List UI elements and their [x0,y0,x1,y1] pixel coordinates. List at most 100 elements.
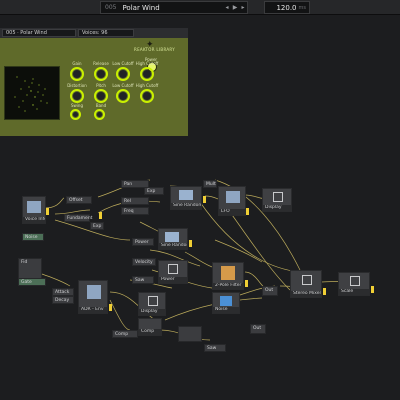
port-marker[interactable] [246,208,249,215]
preset-number: 005 [105,4,117,11]
node-2pole-filter[interactable]: 2-Pole Filter [212,262,244,290]
toolbar-divider [0,14,400,15]
node-display-2[interactable]: Display [138,292,166,316]
play-icon[interactable]: ▶ [231,4,239,11]
node-label: Comp [115,332,129,337]
node-saw-2[interactable]: Saw [204,344,226,352]
knob-label: Band [95,103,107,108]
port-marker[interactable] [245,280,248,287]
node-velocity[interactable]: Velocity [132,258,156,266]
tempo-field[interactable]: 120.0 ms [264,1,310,14]
top-toolbar: 005 Polar Wind ◂ ▶ ▸ 120.0 ms [0,0,400,15]
envelope-icon [87,285,101,299]
node-exp[interactable]: Exp [90,222,104,230]
cube-icon [273,192,283,202]
cube-icon [168,264,178,274]
knob-label: Low Cutoff [112,83,134,88]
node-label: Exp [93,224,102,229]
tempo-value: 120.0 [276,3,297,12]
knob-cap [73,112,78,117]
filter-icon [221,266,235,280]
node-label: Offset [69,198,83,203]
node-comp[interactable]: Comp [112,330,138,338]
knob-cap [119,92,127,100]
node-out[interactable]: Out [262,286,278,296]
node-title: Scale [339,289,369,295]
knob-cap [97,112,102,117]
knob-label: High Cutoff [135,83,159,88]
port-marker[interactable] [203,196,206,203]
structure-canvas[interactable] [0,137,400,400]
node-label: Noise [25,235,38,240]
node-sine-random[interactable]: Sine Random [170,186,202,210]
node-label: Pan [124,182,133,187]
node-scale[interactable]: Scale [338,272,370,296]
node-title: Display [263,205,291,211]
scope-dots [14,76,48,112]
step-back-icon[interactable]: ◂ [223,4,231,11]
cube-icon [302,275,312,285]
node-decay[interactable]: Decay [52,296,74,304]
node-label: Velocity [135,260,153,265]
port-marker[interactable] [371,286,374,293]
node-label: Power [135,240,149,245]
voices-field[interactable]: Voices: 96 [78,29,134,37]
node-noise[interactable]: Noise [22,233,44,241]
node-label: Exp [147,189,156,194]
cube-icon [148,296,158,306]
node-lfo[interactable]: LFO [218,186,246,216]
node-comp-2[interactable]: Comp [138,318,162,336]
node-label: Saw [207,346,217,351]
panel-preset-dropdown[interactable]: 005 · Polar Wind [2,29,76,37]
node-label: Attack [55,290,70,295]
node-voice-info[interactable]: Voice Info [22,196,46,224]
node-power[interactable]: Power [132,238,154,246]
node-title: 2-Pole Filter [213,283,243,289]
port-marker[interactable] [109,304,112,311]
node-small-math[interactable] [178,326,202,342]
node-title: Sine Random [171,203,201,209]
knob-cap [73,92,81,100]
port-marker[interactable] [46,208,49,215]
node-gate[interactable]: Gate [18,278,46,286]
port-marker[interactable] [99,212,102,219]
panel-header: 005 · Polar Wind Voices: 96 [0,28,188,38]
knob-label: Low Cutoff [112,61,134,66]
preset-selector[interactable]: 005 Polar Wind ◂ ▶ ▸ [100,1,248,14]
panel-preset-label: 005 · Polar Wind [6,30,47,36]
node-label: Fid [21,260,28,265]
node-label: Freq [124,209,134,214]
tempo-unit: ms [298,4,306,11]
node-display[interactable]: Display [262,188,292,212]
node-adr-env[interactable]: ADR - Env [78,280,108,314]
node-noise-2[interactable]: Noise [212,292,240,314]
sine-icon [165,232,179,242]
node-power-2[interactable]: Power [158,260,188,284]
node-label: Saw [135,278,145,283]
node-title: Voice Info [23,217,45,223]
node-label: Gate [21,280,32,285]
node-sine-random-2[interactable]: Sine Random [158,228,188,250]
node-fundament[interactable]: Fundament [64,214,92,222]
node-saw[interactable]: Saw [132,276,154,284]
node-exp-2[interactable]: Exp [144,187,164,195]
node-offset[interactable]: Offset [66,196,92,204]
node-freq[interactable]: Freq [121,207,149,215]
node-label: Mult [206,182,216,187]
node-label: Decay [55,298,70,303]
port-marker[interactable] [323,288,326,295]
node-out-2[interactable]: Out [250,324,266,334]
step-forward-icon[interactable]: ▸ [239,4,247,11]
knob-cap [143,92,151,100]
node-label: Out [253,326,262,331]
node-stereo-mixer[interactable]: Stereo Mixer [290,270,322,298]
port-marker[interactable] [189,240,192,247]
node-title: Sine Random [159,243,187,249]
node-mult[interactable]: Mult [203,180,217,188]
node-rel[interactable]: Rel [121,197,149,205]
node-title: Stereo Mixer [291,291,321,297]
knob-label: Distortion [67,83,87,88]
voices-label: Voices: 96 [82,30,108,36]
node-attack[interactable]: Attack [52,288,74,296]
knob-cap [97,70,105,78]
